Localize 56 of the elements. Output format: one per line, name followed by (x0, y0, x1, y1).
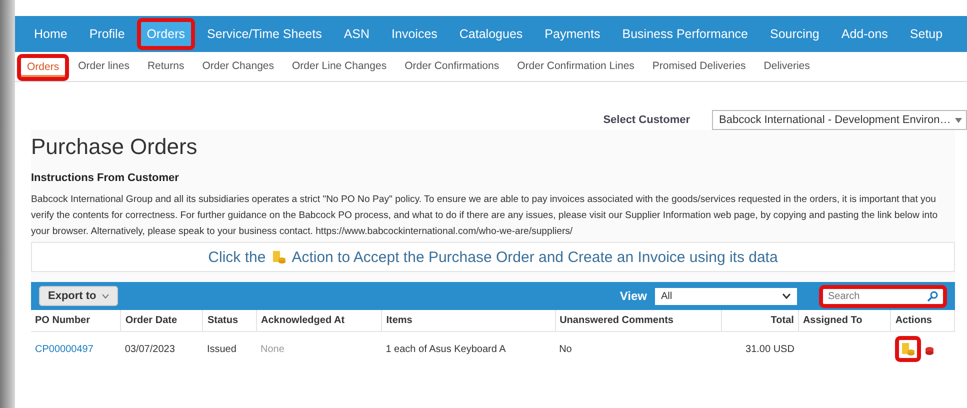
coin-stack-icon[interactable] (924, 346, 934, 356)
column-header: PO Number (31, 310, 121, 332)
table-cell: Issued (202, 332, 256, 366)
chevron-icon (102, 294, 110, 298)
page-title: Purchase Orders (31, 134, 198, 160)
sub-tab[interactable]: Order Line Changes (283, 54, 396, 81)
nav-tab[interactable]: Orders (136, 18, 195, 50)
sub-tab[interactable]: Promised Deliveries (643, 54, 755, 81)
search-icon (927, 290, 938, 302)
column-header: Total (721, 310, 798, 332)
table-cell: None (256, 332, 382, 366)
sub-tab[interactable]: Order Confirmation Lines (508, 54, 644, 81)
sub-tab[interactable]: Returns (138, 54, 194, 81)
column-header: Actions (890, 310, 954, 332)
caret-icon (955, 118, 962, 123)
view-label: View (620, 289, 647, 303)
table-cell: 1 each of Asus Keyboard A (382, 332, 556, 366)
nav-tab[interactable]: Profile (79, 18, 135, 50)
table-cell: 03/07/2023 (120, 332, 203, 366)
nav-tab[interactable]: Business Performance (612, 18, 758, 50)
nav-tab[interactable]: ASN (334, 18, 380, 50)
column-header: Status (202, 310, 256, 332)
instructions-text: Babcock International Group and all its subsidiaries operates a strict "No PO No Pay" policy. To ensure we are able to pay invoices associated with the goods/services requested in the orders, it is important that you verify the contents for correctness. For further guidance on the Babcock PO process, and what to do if there are any issues, please visit our Supplier Information web page, by copying and pasting the link below into your browser. Alternatively, please speak to your business contact. https://www.babcockinternational.com/who-we-are/suppliers/ (31, 193, 939, 239)
coins-icon (272, 250, 286, 264)
nav-tab[interactable]: Sourcing (760, 18, 830, 50)
nav-tab[interactable]: Invoices (382, 18, 448, 50)
sub-tab[interactable]: Order lines (69, 54, 138, 81)
nav-tab[interactable]: Catalogues (449, 18, 533, 50)
column-header: Items (382, 310, 556, 332)
coins-icon (900, 342, 915, 356)
chevron-icon (782, 293, 791, 299)
nav-tab[interactable]: Payments (534, 18, 610, 50)
column-header: Unanswered Comments (555, 310, 722, 332)
customer-label: Select Customer (603, 114, 690, 126)
nav-tab[interactable]: Service/Time Sheets (196, 18, 332, 50)
column-header: Acknowledged At (256, 310, 382, 332)
search-box[interactable]: Search (819, 284, 947, 308)
po-number-link[interactable]: CP00000497 (35, 344, 94, 354)
table-cell: 31.00 USD (721, 332, 798, 366)
view-dropdown[interactable]: All (655, 288, 797, 304)
instructions-heading: Instructions From Customer (31, 172, 180, 184)
column-header: Assigned To (798, 310, 891, 332)
sub-tab[interactable]: Order Changes (193, 54, 284, 81)
column-header: Order Date (120, 310, 203, 332)
banner-text: Click the (208, 248, 266, 266)
nav-tab[interactable]: Setup (900, 18, 953, 50)
sub-tab[interactable]: Orders (17, 54, 70, 81)
nav-tab[interactable]: Home (24, 18, 78, 50)
sub-tab[interactable]: Order Confirmations (396, 54, 508, 81)
accept-action-button[interactable] (894, 336, 921, 362)
customer-dropdown[interactable]: Babcock International - Development Environ… (712, 110, 967, 130)
sub-tab[interactable]: Deliveries (754, 54, 819, 81)
banner-text: Action to Accept the Purchase Order and Create an Invoice using its data (292, 248, 778, 266)
nav-tab[interactable]: Add-ons (831, 18, 898, 50)
table-cell: No (555, 332, 722, 366)
export-button[interactable]: Export to (39, 286, 118, 306)
